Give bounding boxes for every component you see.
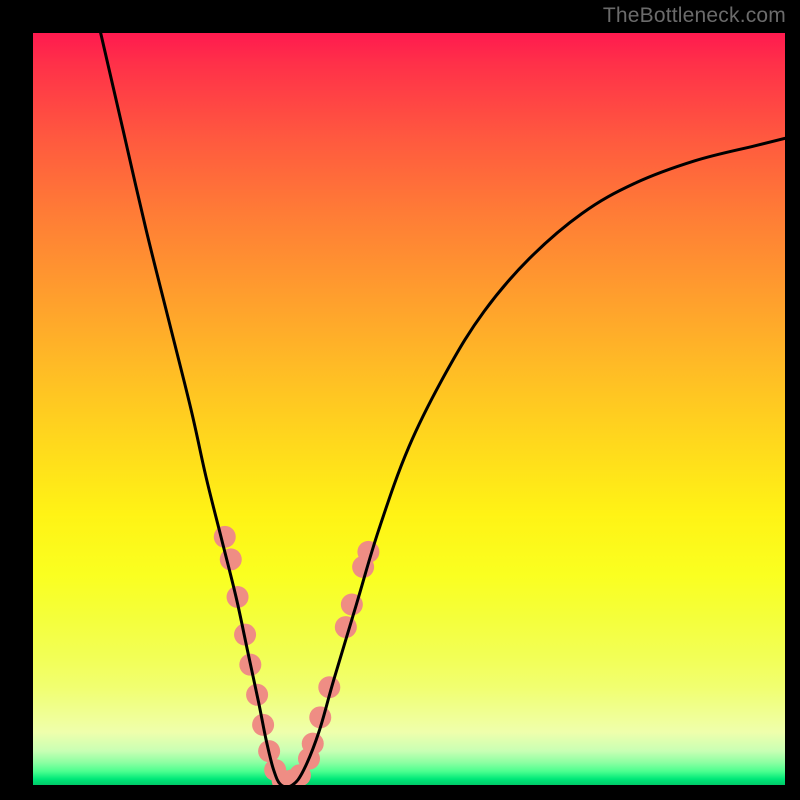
marker-dot bbox=[318, 676, 340, 698]
marker-dot bbox=[341, 594, 363, 616]
chart-frame: TheBottleneck.com bbox=[0, 0, 800, 800]
marker-dot bbox=[272, 769, 294, 785]
marker-dot bbox=[246, 684, 268, 706]
marker-dot bbox=[214, 526, 236, 548]
marker-dot bbox=[227, 586, 249, 608]
site-watermark: TheBottleneck.com bbox=[603, 4, 786, 28]
marker-dot bbox=[309, 706, 331, 728]
marker-dot bbox=[302, 733, 324, 755]
marker-dot bbox=[252, 714, 274, 736]
marker-dot bbox=[220, 548, 242, 570]
chart-svg bbox=[33, 33, 785, 785]
marker-dot bbox=[335, 616, 357, 638]
marker-dot bbox=[234, 624, 256, 646]
bottleneck-curve bbox=[101, 33, 785, 785]
marker-dot bbox=[352, 556, 374, 578]
marker-dot bbox=[264, 759, 286, 781]
marker-dot bbox=[239, 654, 261, 676]
marker-group bbox=[214, 526, 380, 785]
marker-dot bbox=[281, 769, 303, 785]
marker-dot bbox=[298, 748, 320, 770]
marker-dot bbox=[258, 740, 280, 762]
marker-dot bbox=[289, 764, 311, 785]
marker-dot bbox=[357, 541, 379, 563]
plot-area bbox=[33, 33, 785, 785]
